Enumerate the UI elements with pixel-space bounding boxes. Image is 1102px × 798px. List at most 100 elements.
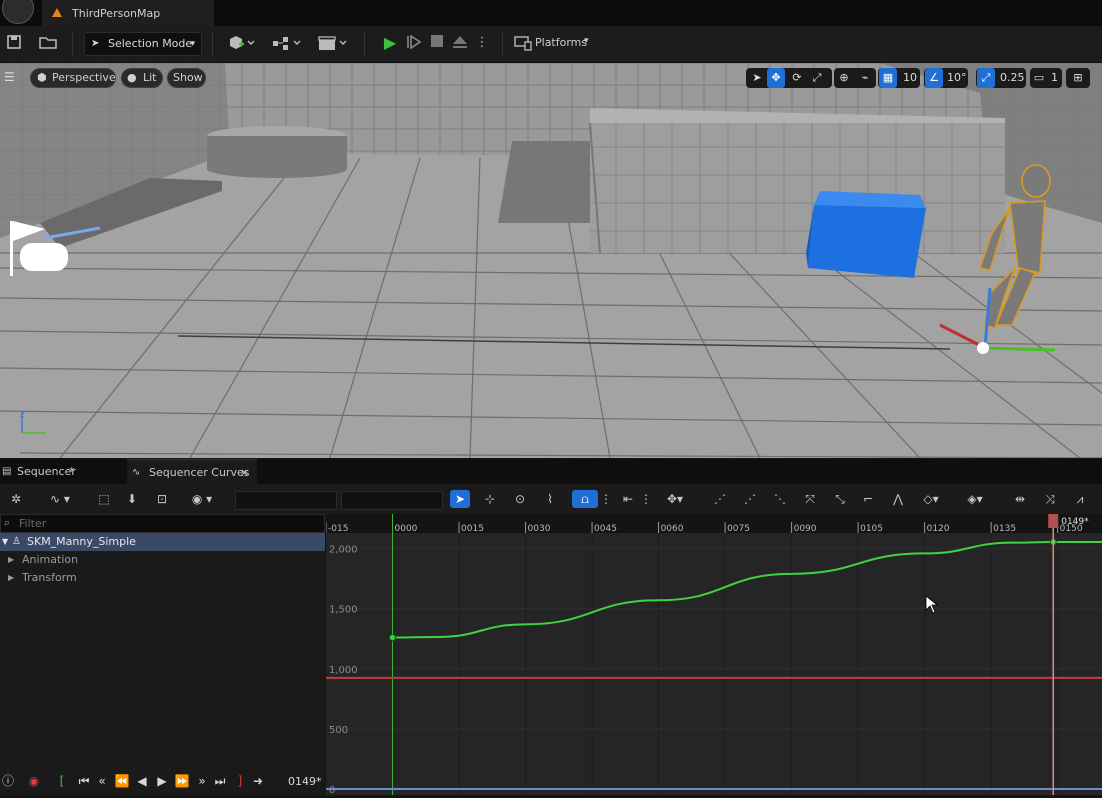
tab-sequencer[interactable]: ▤ Sequencer *: [0, 459, 124, 484]
cinematics-icon[interactable]: [316, 35, 348, 51]
filter-icon[interactable]: ◇▾: [916, 490, 946, 508]
viewport-menu-icon[interactable]: ☰: [4, 70, 15, 84]
transform-tools: ➤ ✥ ⟳ ⤢: [746, 68, 832, 88]
camera-icon: ▭: [1033, 71, 1045, 84]
surface-snap-icon[interactable]: ⌁: [856, 68, 874, 88]
set-start-icon[interactable]: [: [54, 773, 70, 789]
multi-scale-icon[interactable]: ⌇: [540, 490, 560, 508]
step-forward-icon[interactable]: ⏩: [174, 773, 190, 789]
key-value-field[interactable]: [341, 491, 443, 510]
expand-icon[interactable]: ⤨: [1040, 490, 1060, 508]
grid-snap[interactable]: ▦ 10: [878, 68, 920, 88]
previous-key-icon[interactable]: «: [94, 773, 110, 789]
select-tool-icon[interactable]: ➤: [450, 490, 470, 508]
transform-tool-icon[interactable]: ⊹: [480, 490, 500, 508]
jump-to-start-icon[interactable]: ⏮: [76, 773, 92, 789]
user-tangent-icon[interactable]: ⋰: [740, 490, 760, 508]
next-key-icon[interactable]: »: [194, 773, 210, 789]
perspective-button[interactable]: ⬢ Perspective: [30, 68, 116, 88]
filter-input[interactable]: ⌕ Filter: [0, 514, 325, 533]
save-icon[interactable]: [6, 35, 22, 51]
flatten-tangent-icon[interactable]: ⌐: [858, 490, 878, 508]
ruler-tick-label: 0015: [461, 524, 484, 534]
linear-tangent-icon[interactable]: ⤧: [800, 490, 820, 508]
grid-snap-icon[interactable]: ▦: [879, 68, 897, 88]
more-options-icon[interactable]: ⋮: [600, 490, 612, 508]
retime-tool-icon[interactable]: ⊙: [510, 490, 530, 508]
play-reverse-icon[interactable]: ◀: [134, 773, 150, 789]
blueprint-icon[interactable]: [270, 35, 302, 51]
snap-time-icon[interactable]: ⇤: [618, 490, 638, 508]
constant-tangent-icon[interactable]: ⤡: [830, 490, 850, 508]
scale-snap[interactable]: ⤢ 0.25: [976, 68, 1026, 88]
jump-to-end-icon[interactable]: ⏭: [212, 773, 228, 789]
rotation-snap-icon[interactable]: ∠: [925, 68, 943, 88]
move-icon[interactable]: ✥▾: [660, 490, 690, 508]
show-button[interactable]: Show: [167, 68, 206, 88]
tree-item-actor[interactable]: ▼ ♙ SKM_Manny_Simple: [0, 533, 325, 551]
visibility-icon[interactable]: ◉ ▾: [186, 490, 218, 508]
scale-tool-icon[interactable]: ⤢: [808, 68, 826, 88]
camera-speed[interactable]: ▭ 1: [1030, 68, 1062, 88]
map-tab[interactable]: ThirdPersonMap: [42, 0, 214, 26]
playback-controls: ⓘ ◉ [ ⏮ « ⏪ ◀ ▶ ⏩ » ⏭ ] ➜ 0149*: [0, 768, 325, 795]
lit-button[interactable]: ● Lit: [121, 68, 163, 88]
set-end-icon[interactable]: ]: [232, 773, 248, 789]
curve-view-mode-icon[interactable]: ∿ ▾: [44, 490, 76, 508]
viewport-layout-button[interactable]: ⊞: [1066, 68, 1090, 88]
tree-item-animation[interactable]: ▶ Animation: [0, 551, 325, 569]
rotation-snap[interactable]: ∠ 10°: [924, 68, 968, 88]
info-icon[interactable]: ⓘ: [0, 773, 16, 789]
tree-item-label: SKM_Manny_Simple: [27, 535, 136, 548]
scale-snap-icon[interactable]: ⤢: [977, 68, 995, 88]
auto-tangent-icon[interactable]: ⋰: [710, 490, 730, 508]
record-icon[interactable]: ◉: [26, 773, 42, 789]
tab-curves-label: Sequencer Curves: [149, 466, 250, 479]
curve-options-icon[interactable]: ◈▾: [960, 490, 990, 508]
play-icon[interactable]: ▶: [154, 773, 170, 789]
select-tool-icon[interactable]: ➤: [748, 68, 766, 88]
snap-icon[interactable]: ⩍: [572, 490, 598, 508]
frame-icon[interactable]: ⊡: [152, 490, 172, 508]
map-tab-label: ThirdPersonMap: [72, 7, 161, 20]
more-options-icon[interactable]: ⋮: [474, 35, 490, 51]
expand-arrow-icon[interactable]: ▼: [2, 533, 8, 551]
select-curves-icon[interactable]: ⬚: [94, 490, 114, 508]
platforms-dropdown[interactable]: Platforms ▾: [514, 35, 598, 53]
key-icon[interactable]: ⬇: [122, 490, 142, 508]
collapse-arrow-icon[interactable]: ▶: [8, 569, 14, 587]
key-time-field[interactable]: [235, 491, 337, 510]
y-axis-label: 1,500: [329, 605, 358, 616]
step-back-icon[interactable]: ⏪: [114, 773, 130, 789]
more-options-icon[interactable]: ⋮: [640, 490, 652, 508]
tree-item-transform[interactable]: ▶ Transform: [0, 569, 325, 587]
straighten-tangent-icon[interactable]: ⋀: [888, 490, 908, 508]
break-tangent-icon[interactable]: ⋱: [770, 490, 790, 508]
eject-icon[interactable]: [450, 35, 470, 51]
ruler-tick-label: 0105: [860, 524, 883, 534]
step-forward-icon[interactable]: [404, 34, 424, 51]
level-viewport[interactable]: z ☰ ⬢ Perspective ● Lit Show ➤ ✥ ⟳ ⤢ ⊕ ⌁…: [0, 63, 1102, 458]
current-frame[interactable]: 0149*: [288, 775, 322, 788]
tab-sequencer-curves[interactable]: ∿ Sequencer Curves ×: [127, 459, 257, 485]
selection-mode-dropdown[interactable]: ➤ Selection Mode ▾: [84, 32, 202, 56]
stop-icon[interactable]: [428, 35, 446, 51]
loop-icon[interactable]: ➜: [250, 773, 266, 789]
curve-editor-graph[interactable]: -015 0000 0015 0030 0045 0060 0075 0090 0105 0120…: [325, 514, 1102, 796]
waveform-icon[interactable]: ⩘: [1070, 490, 1090, 508]
world-space-icon[interactable]: ⊕: [835, 68, 853, 88]
unreal-logo-icon[interactable]: [2, 0, 34, 24]
toolbar-divider: [364, 32, 365, 56]
cursor-icon: ➤: [91, 38, 100, 49]
play-icon[interactable]: ▶: [380, 35, 400, 51]
dirty-marker: *: [69, 465, 75, 478]
normalize-icon[interactable]: ⇹: [1010, 490, 1030, 508]
add-actor-icon[interactable]: [226, 35, 256, 51]
content-browser-icon[interactable]: [38, 35, 58, 51]
settings-icon[interactable]: ✲: [6, 490, 26, 508]
close-icon[interactable]: ×: [240, 460, 249, 485]
translate-tool-icon[interactable]: ✥: [767, 68, 785, 88]
collapse-arrow-icon[interactable]: ▶: [8, 551, 14, 569]
rotate-tool-icon[interactable]: ⟳: [788, 68, 806, 88]
keyframe-point: [389, 634, 397, 642]
